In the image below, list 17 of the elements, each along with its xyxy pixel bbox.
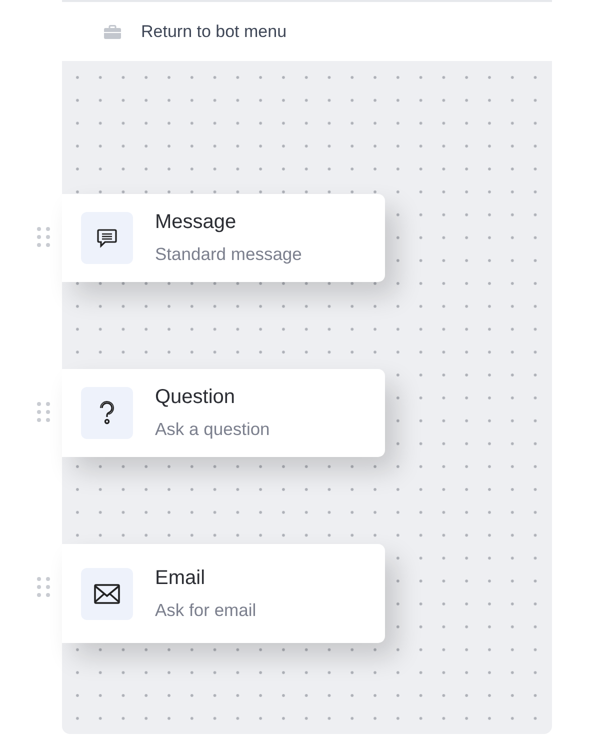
block-subtitle: Ask a question: [155, 418, 270, 441]
block-card[interactable]: Message Standard message: [62, 194, 385, 282]
block-title: Email: [155, 566, 206, 590]
drag-handle-icon[interactable]: [37, 227, 50, 247]
block-subtitle: Ask for email: [155, 598, 256, 622]
block-title: Question: [155, 385, 236, 410]
briefcase-icon: [104, 24, 121, 38]
block-card[interactable]: Question Ask a question: [62, 369, 385, 457]
drag-handle-icon[interactable]: [37, 402, 50, 422]
block-subtitle: Standard message: [155, 243, 302, 266]
block-card[interactable]: Email Ask for email: [62, 544, 385, 643]
question-mark-icon: [97, 400, 117, 426]
speech-bubble-icon: [95, 226, 119, 250]
return-to-menu-link[interactable]: Return to bot menu: [141, 22, 287, 42]
block-title: Message: [155, 210, 238, 235]
envelope-icon: [93, 582, 121, 604]
drag-handle-icon[interactable]: [37, 577, 50, 597]
